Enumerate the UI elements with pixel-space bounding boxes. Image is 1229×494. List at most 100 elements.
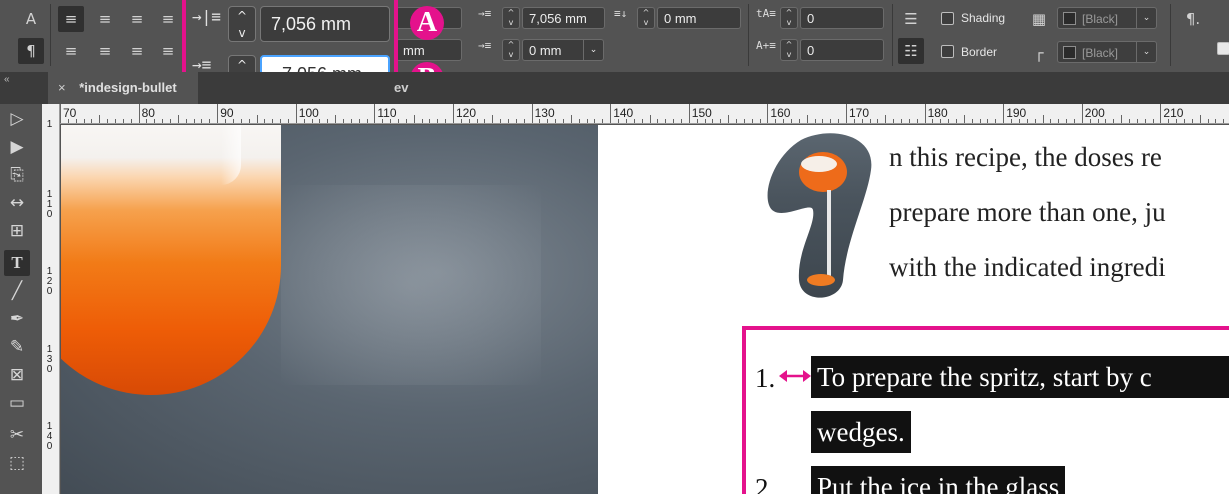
dropcap-chars-stepper[interactable]: ^ v	[780, 39, 798, 61]
list-item-text-selected[interactable]: Put the ice in the glass	[811, 466, 1066, 494]
dropcap-lines-value: 0	[807, 11, 815, 26]
dropcap-lines-stepper[interactable]: ^ v	[780, 7, 798, 29]
left-indent-icon: →|≡	[192, 7, 221, 26]
document-tab[interactable]: × *indesign-bullet	[48, 72, 198, 104]
spritz-glass-image	[61, 125, 281, 395]
vertical-ruler[interactable]: 1 1 1 0 1 2 0 1 3 0 1 4 0	[42, 104, 60, 494]
ruler-minor-tick	[1113, 119, 1115, 123]
pilcrow-icon[interactable]: ¶.	[1180, 6, 1206, 32]
dropcap-image-letter[interactable]	[761, 130, 881, 300]
paragraph-mode-icon[interactable]: ¶	[18, 38, 44, 64]
ruler-minor-tick	[1018, 119, 1020, 123]
justify-center-icon[interactable]: ≡	[92, 38, 118, 64]
rectangle-frame-tool-icon[interactable]: ⊠	[4, 362, 30, 388]
document-tab-overflow[interactable]: ev	[394, 80, 408, 95]
left-indent-stepper[interactable]: ^ v	[228, 6, 256, 42]
ruler-minor-tick	[437, 119, 439, 123]
option-checkbox[interactable]	[1217, 42, 1229, 55]
type-tool-icon[interactable]: T	[4, 250, 30, 276]
rectangle-tool-icon[interactable]: ▭	[4, 390, 30, 416]
space-after-field[interactable]: 0 mm	[657, 7, 741, 29]
ruler-minor-tick	[563, 119, 565, 123]
ruler-minor-tick	[122, 119, 124, 123]
ruler-label: 90	[220, 106, 234, 120]
dropcap-chars-field[interactable]: 0	[800, 39, 884, 61]
chevron-down-icon[interactable]: ⌄	[583, 40, 603, 60]
content-collector-icon[interactable]: ⊞	[4, 218, 30, 244]
ruler-minor-tick	[492, 115, 494, 123]
border-color-dropdown[interactable]: [Black] ⌄	[1057, 41, 1157, 63]
collapse-icon[interactable]: «	[4, 74, 10, 85]
ruler-minor-tick	[248, 119, 250, 123]
dropcap-lines-field[interactable]: 0	[800, 7, 884, 29]
spritz-photo[interactable]	[61, 125, 598, 494]
align-right-icon[interactable]: ≡	[124, 6, 150, 32]
body-text-line[interactable]: n this recipe, the doses re	[889, 142, 1162, 173]
ruler-minor-tick	[146, 119, 148, 123]
character-mode-icon[interactable]: A	[18, 6, 44, 32]
ruler-minor-tick	[130, 119, 132, 123]
body-text-line[interactable]: with the indicated ingredi	[889, 252, 1166, 283]
ruler-label: 190	[1006, 106, 1027, 120]
ruler-minor-tick	[798, 119, 800, 123]
chevron-down-icon[interactable]: ⌄	[1136, 42, 1156, 62]
ruler-tick	[453, 104, 454, 123]
left-indent-field[interactable]: 7,056 mm	[260, 6, 390, 42]
selection-tool-icon[interactable]: ▷	[4, 106, 30, 132]
ruler-minor-tick	[1144, 119, 1146, 123]
justify-all-icon[interactable]: ≡	[155, 38, 181, 64]
first-line-indent-small-field[interactable]: mm	[396, 39, 462, 61]
ruler-tick	[138, 104, 140, 123]
gap-tool-icon[interactable]: ↔	[4, 190, 30, 216]
ruler-minor-tick	[1034, 119, 1036, 123]
right-indent-stepper[interactable]: ^ v	[502, 7, 520, 29]
list-item-text-selected[interactable]: wedges.	[811, 411, 911, 453]
ruler-minor-tick	[1191, 119, 1193, 123]
space-after-stepper[interactable]: ^ v	[637, 7, 655, 29]
ruler-minor-tick	[508, 119, 510, 123]
ruler-minor-tick	[83, 119, 85, 123]
align-left-icon[interactable]: ≡	[58, 6, 84, 32]
tools-panel: ▷ ▶ ⎘ ↔ ⊞ T ╱ ✒ ✎ ⊠ ▭ ✂ ⬚	[0, 104, 42, 494]
justify-left-icon[interactable]: ≡	[58, 38, 84, 64]
ruler-minor-tick	[256, 115, 258, 123]
align-center-icon[interactable]: ≡	[92, 6, 118, 32]
ruler-minor-tick	[1026, 119, 1028, 123]
ruler-minor-tick	[830, 119, 832, 123]
ruler-minor-tick	[240, 119, 242, 123]
left-indent-value: 7,056 mm	[271, 14, 352, 34]
shading-checkbox[interactable]	[941, 12, 954, 25]
space-before-field[interactable]: 0 mm ⌄	[522, 39, 604, 61]
body-text-line[interactable]: prepare more than one, ju	[889, 197, 1166, 228]
line-tool-icon[interactable]: ╱	[4, 278, 30, 304]
space-before-stepper[interactable]: ^ v	[502, 39, 520, 61]
ruler-minor-tick	[335, 115, 337, 123]
border-checkbox[interactable]	[941, 45, 954, 58]
pencil-tool-icon[interactable]: ✎	[4, 334, 30, 360]
numbered-list-icon[interactable]: ☷	[898, 38, 924, 64]
border-corner-icon[interactable]: ┌	[1026, 40, 1052, 66]
ruler-minor-tick	[350, 119, 352, 123]
list-item-text-selected[interactable]: To prepare the spritz, start by c	[811, 356, 1229, 398]
ruler-minor-tick	[901, 119, 903, 123]
justify-right-icon[interactable]: ≡	[124, 38, 150, 64]
page-tool-icon[interactable]: ⎘	[4, 162, 30, 188]
ruler-minor-tick	[405, 119, 407, 123]
right-indent-field[interactable]: 7,056 mm	[522, 7, 605, 29]
direct-selection-tool-icon[interactable]: ▶	[4, 134, 30, 160]
pen-tool-icon[interactable]: ✒	[4, 306, 30, 332]
scissors-tool-icon[interactable]: ✂	[4, 422, 30, 448]
bulleted-list-icon[interactable]: ☰	[898, 6, 924, 32]
ruler-label: 120	[456, 106, 477, 120]
horizontal-ruler[interactable]: 70 80 90 100 110 120 130 140 150 160 170 180 190 200 2…	[60, 104, 1229, 124]
chevron-down-icon[interactable]: ⌄	[1136, 8, 1156, 28]
free-transform-tool-icon[interactable]: ⬚	[4, 450, 30, 476]
close-icon[interactable]: ×	[58, 80, 66, 95]
shading-color-value: [Black]	[1082, 12, 1119, 26]
document-canvas[interactable]: n this recipe, the doses re prepare more…	[61, 125, 1229, 494]
shading-grid-icon[interactable]: ▦	[1026, 6, 1052, 32]
ruler-minor-tick	[1215, 119, 1217, 123]
align-towards-spine-icon[interactable]: ≡	[155, 6, 181, 32]
space-after-value: 0 mm	[664, 11, 697, 26]
shading-color-dropdown[interactable]: [Black] ⌄	[1057, 7, 1157, 29]
